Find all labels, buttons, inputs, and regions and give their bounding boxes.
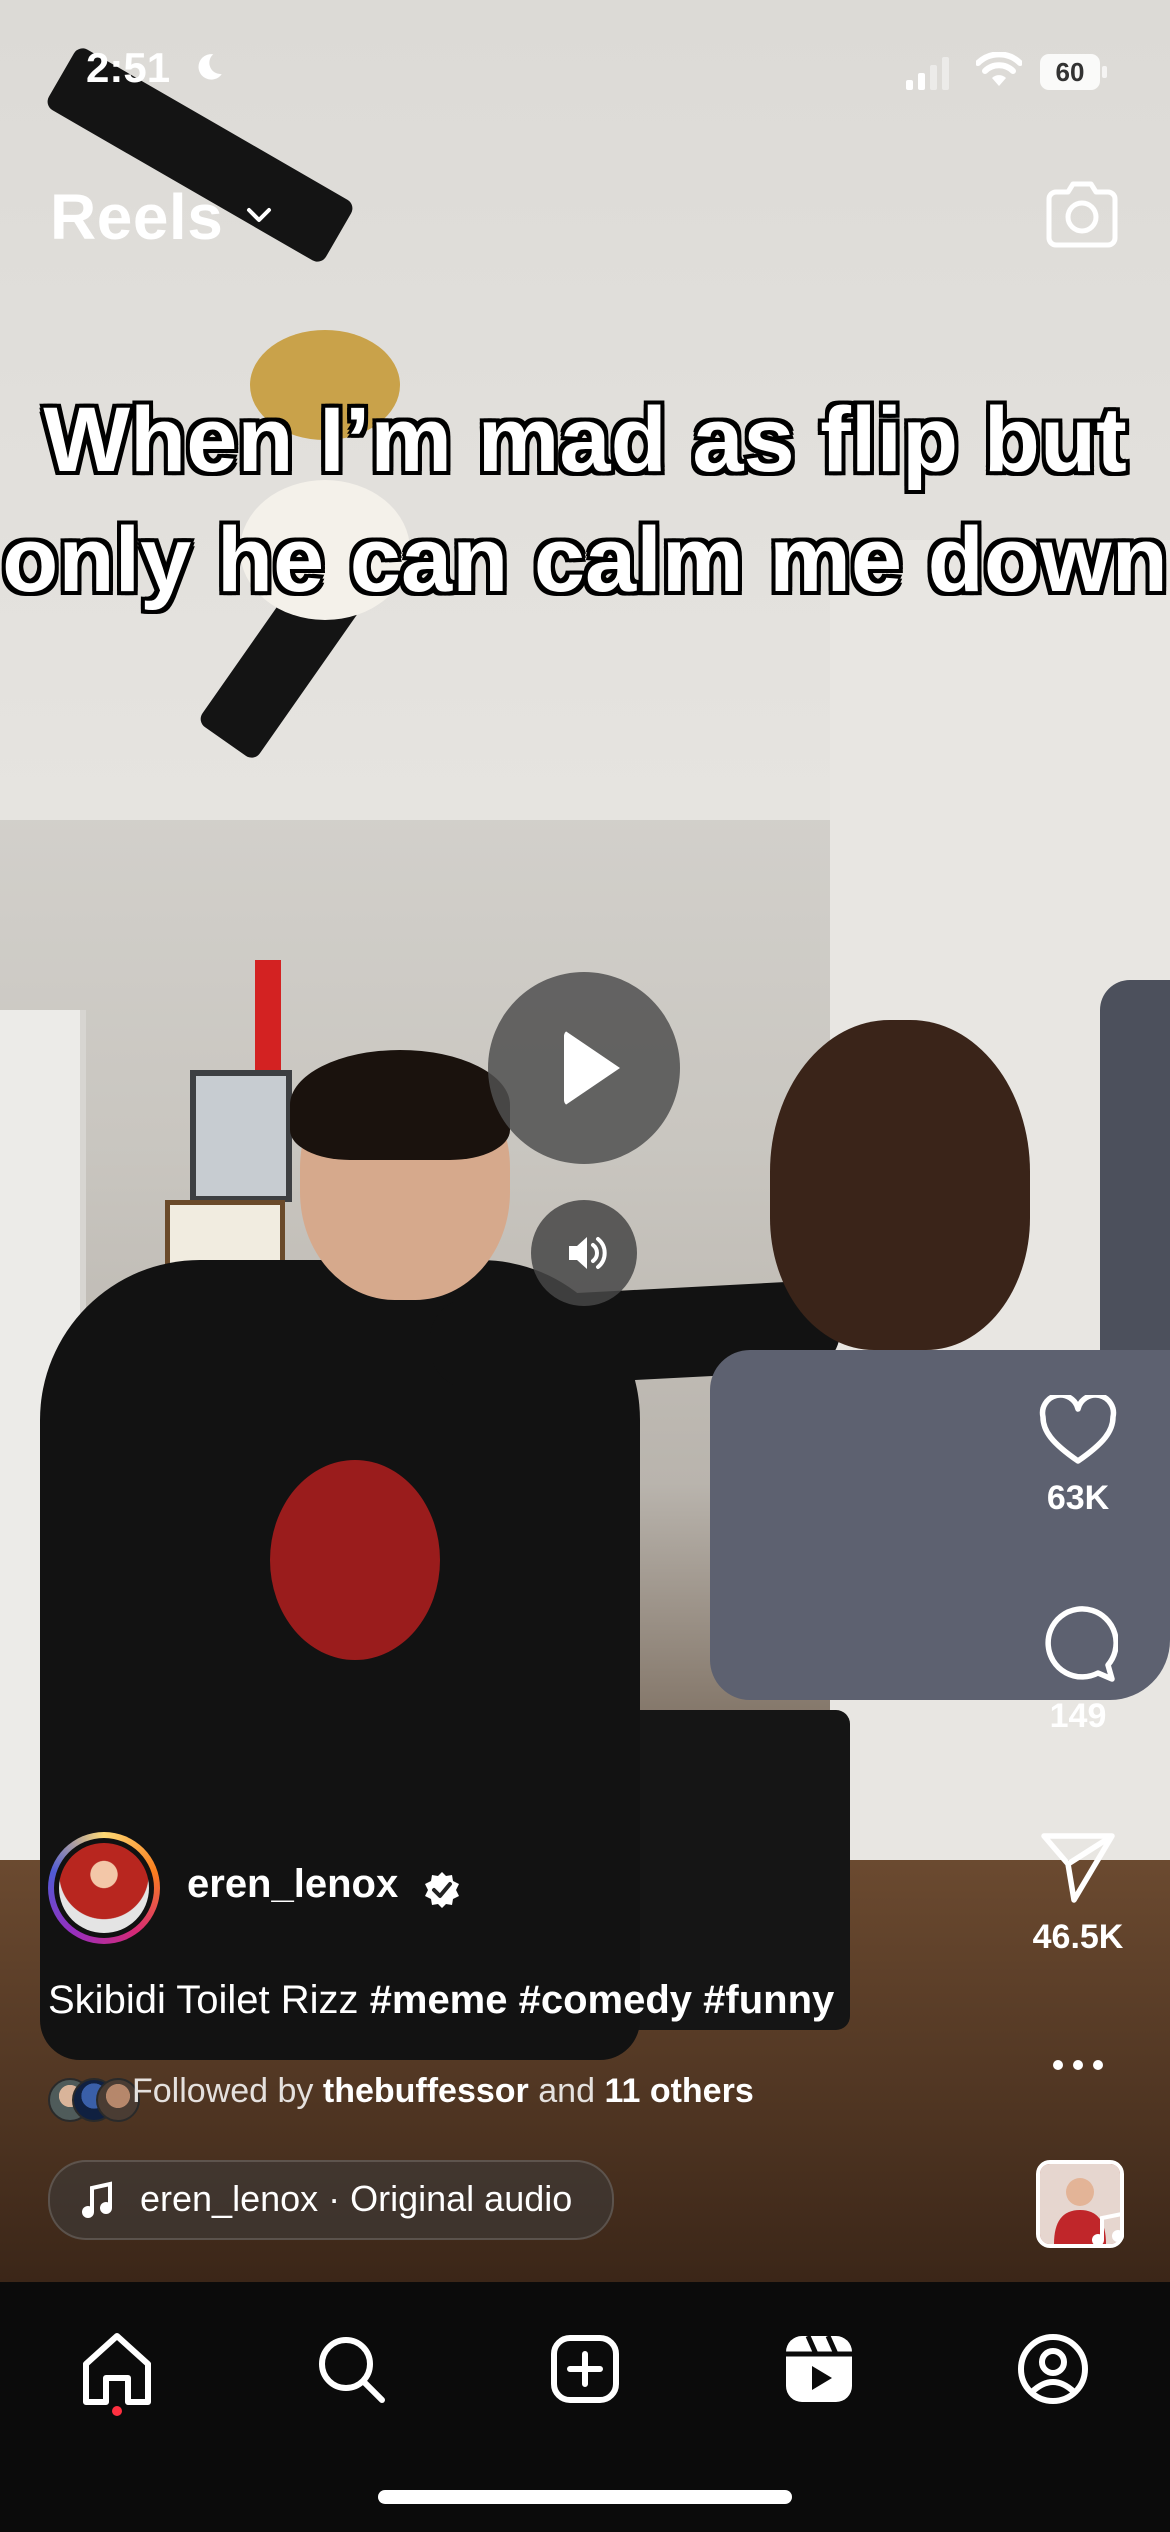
status-bar: 2:51 60 (0, 0, 1170, 150)
video-ornament (255, 960, 281, 1070)
like-action[interactable]: 63K (1008, 1395, 1148, 1518)
reels-title[interactable]: Reels (50, 180, 223, 254)
caption-text: Skibidi Toilet Rizz (48, 1978, 359, 2022)
hashtag[interactable]: #meme (370, 1978, 508, 2022)
speaker-icon (569, 1237, 607, 1269)
battery-level: 60 (1040, 54, 1100, 90)
video-toilet-head (770, 1020, 1030, 1350)
search-icon[interactable] (306, 2324, 396, 2414)
more-icon[interactable] (1048, 2055, 1108, 2075)
share-count: 46.5K (1032, 1918, 1124, 1956)
video-shirt-print (270, 1460, 440, 1660)
avatar[interactable] (48, 1832, 160, 1944)
avatar-border (54, 1838, 154, 1938)
followed-by-text[interactable]: Followed by thebuffessor and 11 others (132, 2072, 754, 2111)
home-icon[interactable] (72, 2324, 162, 2414)
home-indicator[interactable] (378, 2490, 792, 2504)
moon-icon (198, 54, 222, 80)
status-time: 2:51 (86, 44, 171, 91)
username[interactable]: eren_lenox (187, 1862, 398, 1907)
audio-label: eren_lenox · Original audio (140, 2178, 573, 2219)
hashtag[interactable]: #funny (703, 1978, 834, 2022)
reels-screen: 2:51 60 Reels When I’m mad as flip but o… (0, 0, 1170, 2532)
heart-icon[interactable] (1038, 1395, 1118, 1467)
comment-count: 149 (1049, 1697, 1107, 1735)
post-caption[interactable]: Skibidi Toilet Rizz #meme #comedy #funny (48, 1978, 834, 2023)
profile-icon[interactable] (1008, 2324, 1098, 2414)
hashtag[interactable]: #comedy (519, 1978, 692, 2022)
camera-icon[interactable] (1046, 180, 1118, 248)
sound-toggle-button[interactable] (531, 1200, 637, 1306)
signal-icon (906, 57, 949, 90)
notification-dot (112, 2406, 122, 2416)
music-note-icon (82, 2181, 112, 2218)
reels-icon[interactable] (774, 2324, 864, 2414)
wifi-icon (976, 52, 1022, 86)
music-note-icon (1092, 2211, 1124, 2246)
play-button[interactable] (488, 972, 680, 1164)
followed-by-others[interactable]: 11 others (604, 2072, 753, 2110)
create-icon[interactable] (540, 2324, 630, 2414)
video-picture-frame (190, 1070, 292, 1202)
video-toilet-lid (1100, 980, 1170, 1400)
share-action[interactable]: 46.5K (1008, 1830, 1148, 1957)
followed-by-prefix: Followed by (132, 2072, 314, 2110)
comment-action[interactable]: 149 (1008, 1605, 1148, 1736)
battery-nub (1102, 66, 1107, 78)
like-count: 63K (1046, 1479, 1110, 1517)
play-icon (564, 1030, 620, 1106)
comment-icon[interactable] (1038, 1605, 1118, 1685)
audio-attribution[interactable]: eren_lenox · Original audio (48, 2160, 614, 2240)
followed-by-and: and (538, 2072, 595, 2110)
followed-by-user[interactable]: thebuffessor (323, 2072, 529, 2110)
chevron-down-icon[interactable] (244, 200, 274, 230)
send-icon[interactable] (1038, 1830, 1118, 1906)
verified-badge-icon (425, 1872, 459, 1908)
battery-icon: 60 (1040, 54, 1108, 90)
avatar-image (59, 1843, 149, 1933)
video-person-hair (290, 1050, 510, 1160)
video-overlay-caption: When I’m mad as flip but only he can cal… (2, 389, 1168, 611)
